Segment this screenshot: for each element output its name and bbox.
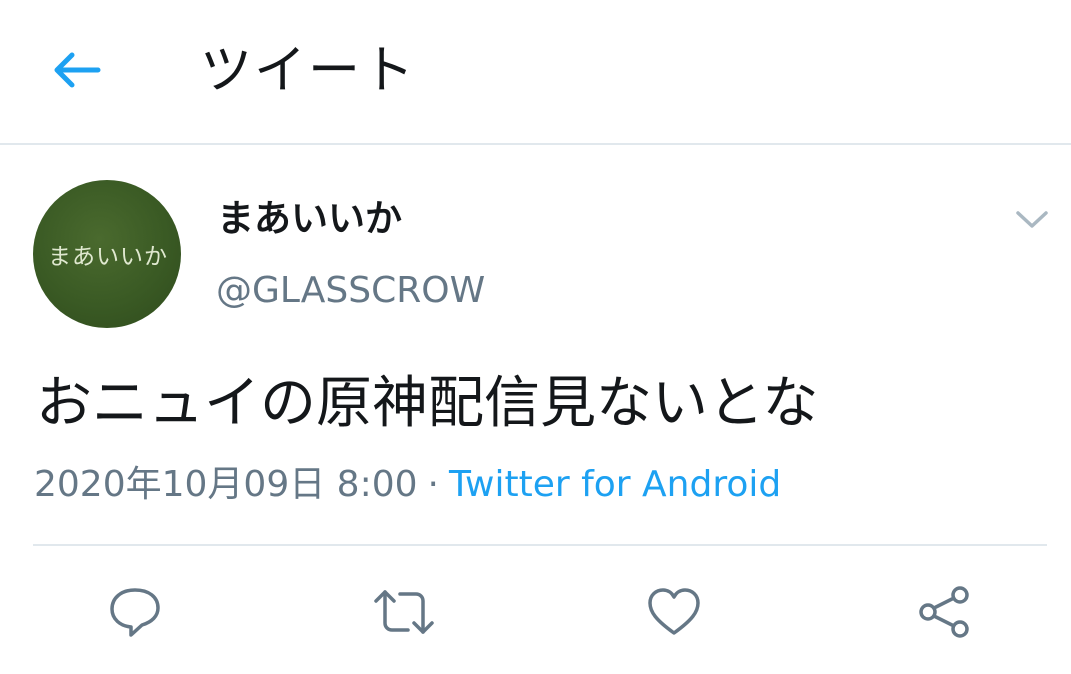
like-icon	[648, 588, 700, 635]
tweet-source-link[interactable]: Twitter for Android	[449, 464, 781, 505]
tweet-text: おニュイの原神配信見ないとな	[36, 371, 819, 436]
tweet-options-button[interactable]	[1010, 200, 1054, 240]
author-display-name[interactable]: まあいいか	[217, 194, 402, 244]
reply-button[interactable]	[103, 580, 167, 644]
share-button[interactable]	[912, 580, 976, 644]
meta-separator: ·	[427, 464, 439, 505]
retweet-button[interactable]	[372, 580, 436, 644]
actions-divider	[33, 544, 1047, 546]
back-button[interactable]	[40, 38, 112, 102]
author-handle[interactable]: @GLASSCROW	[216, 266, 485, 316]
share-icon	[919, 586, 969, 638]
tweet-meta: 2020年10月09日 8:00 · Twitter for Android	[34, 460, 781, 510]
like-button[interactable]	[642, 580, 706, 644]
top-app-bar: ツイート	[0, 0, 1071, 145]
avatar[interactable]: まあいいか	[33, 180, 181, 328]
page-title: ツイート	[200, 41, 417, 101]
avatar-label: まあいいか	[48, 244, 168, 270]
reply-icon	[110, 588, 160, 637]
chevron-down-icon	[1016, 211, 1048, 228]
tweet-timestamp: 2020年10月09日 8:00	[34, 464, 418, 505]
arrow-left-icon	[54, 52, 101, 88]
retweet-icon	[374, 590, 434, 634]
